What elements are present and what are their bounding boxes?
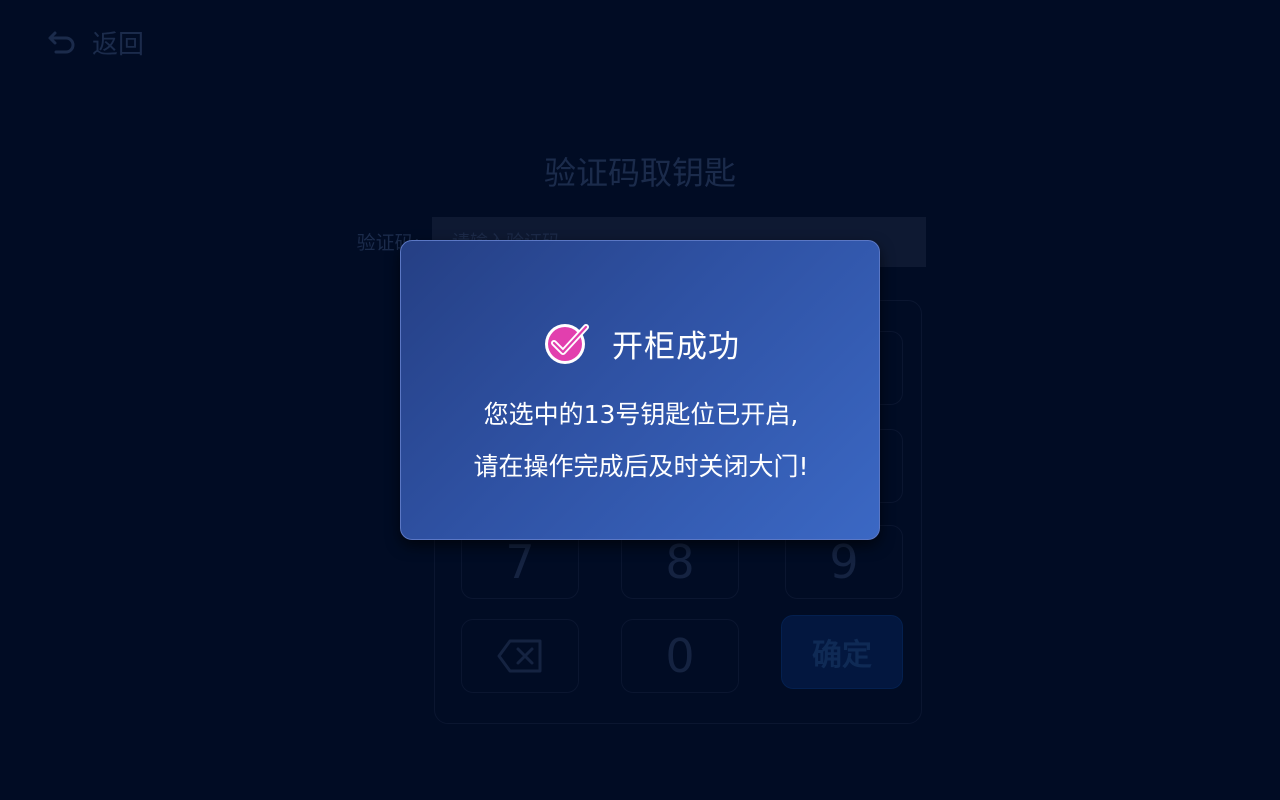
- back-label: 返回: [92, 29, 145, 60]
- backspace-icon: [497, 639, 542, 673]
- back-button[interactable]: 返回: [46, 22, 144, 62]
- keypad-delete-button[interactable]: [461, 619, 579, 693]
- check-circle-icon: [545, 324, 589, 364]
- modal-title: 开柜成功: [612, 328, 740, 365]
- page-title: 验证码取钥匙: [543, 154, 736, 192]
- screen: 返回 验证码取钥匙 验证码: 7 8 9 0 确定 开柜成功: [0, 0, 1280, 800]
- success-modal: 开柜成功 您选中的13号钥匙位已开启, 请在操作完成后及时关闭大门!: [400, 240, 880, 540]
- undo-arrow-icon: [48, 31, 75, 54]
- modal-message-line1: 您选中的13号钥匙位已开启,: [483, 400, 799, 429]
- keypad-key-0[interactable]: 0: [621, 619, 739, 693]
- modal-header: 开柜成功: [401, 319, 881, 367]
- modal-message-line2: 请在操作完成后及时关闭大门!: [473, 452, 809, 481]
- confirm-button[interactable]: 确定: [781, 615, 903, 689]
